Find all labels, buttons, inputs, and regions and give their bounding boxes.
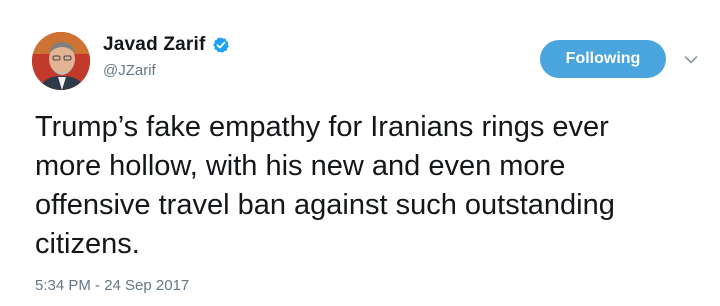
display-name[interactable]: Javad Zarif	[103, 34, 206, 56]
avatar-image	[32, 32, 90, 90]
avatar[interactable]	[32, 32, 90, 90]
user-info: Javad Zarif @JZarif	[103, 34, 230, 79]
tweet-card: Javad Zarif @JZarif Following Trump’s fa…	[0, 0, 720, 306]
tweet-timestamp[interactable]: 5:34 PM - 24 Sep 2017	[35, 277, 189, 294]
following-button[interactable]: Following	[540, 40, 666, 78]
tweet-text: Trump’s fake empathy for Iranians rings …	[35, 111, 615, 260]
user-handle[interactable]: @JZarif	[103, 62, 230, 79]
chevron-down-icon[interactable]	[684, 52, 698, 64]
name-row: Javad Zarif	[103, 34, 230, 56]
verified-badge-icon	[212, 36, 230, 54]
